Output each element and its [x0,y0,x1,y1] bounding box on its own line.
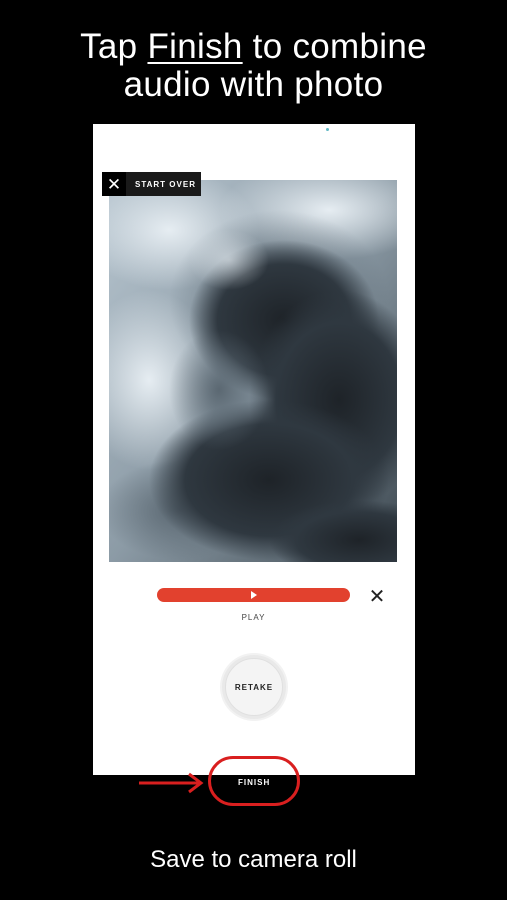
close-icon: ✕ [102,172,126,196]
headline-line-2: audio with photo [123,65,384,104]
delete-audio-button[interactable]: ✕ [368,586,386,608]
audio-play-bar[interactable] [157,588,350,602]
arrow-right-icon [139,772,204,794]
retake-button[interactable]: RETAKE [222,655,286,719]
phone-screen: ✕ START OVER PLAY ✕ RETAKE [93,124,415,775]
close-icon: ✕ [368,586,386,608]
finish-button[interactable]: FINISH [238,778,270,787]
captured-photo [109,180,397,562]
headline: Tap Finish to combine audio with photo [0,28,507,104]
start-over-label: START OVER [135,179,196,189]
start-over-button[interactable]: ✕ START OVER [102,172,201,196]
cloud-photo-image [109,180,397,562]
headline-line-1: Tap Finish to combine [0,28,507,66]
headline-prefix: Tap [80,27,148,66]
camera-dot [326,128,329,131]
caption: Save to camera roll [150,846,357,873]
retake-label: RETAKE [225,658,283,716]
play-icon [250,591,257,599]
headline-line1-suffix: to combine [242,27,427,66]
play-label: PLAY [241,613,266,622]
headline-emphasis: Finish [147,27,243,66]
